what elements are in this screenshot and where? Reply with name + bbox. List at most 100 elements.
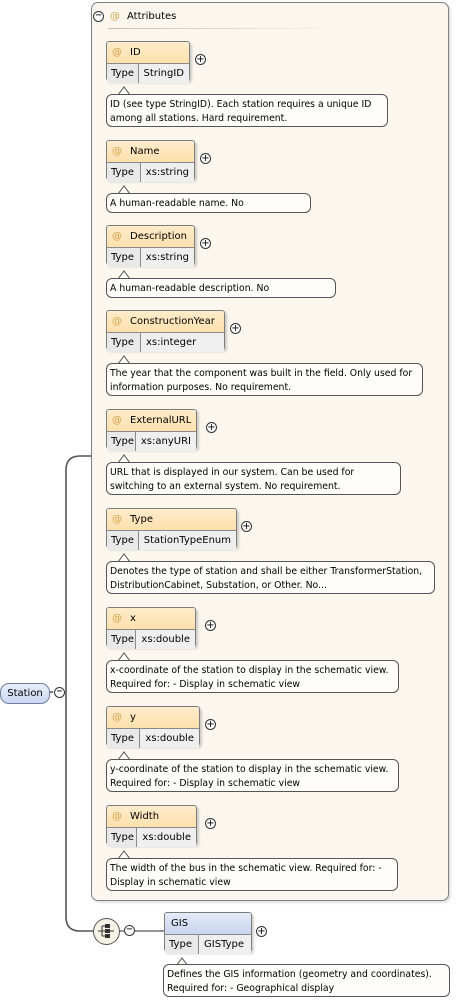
- type-value: xs:string: [145, 252, 189, 263]
- type-value: xs:integer: [146, 337, 197, 348]
- expand-icon[interactable]: +: [200, 153, 211, 164]
- attribute-header: @ x: [107, 608, 195, 630]
- type-row: Type xs:anyURI: [107, 432, 196, 451]
- attributes-group-header: − @ Attributes: [93, 8, 176, 24]
- note-pointer: [118, 751, 130, 759]
- attribute-icon: @: [112, 514, 122, 525]
- type-value: xs:double: [142, 832, 191, 843]
- attribute-y[interactable]: @ y Type xs:double: [106, 706, 200, 748]
- attribute-icon: @: [110, 10, 120, 22]
- attribute-description: A human-readable name. No requirement.: [106, 193, 311, 213]
- type-row: Type StringID: [107, 64, 189, 83]
- attribute-name: ID: [130, 47, 141, 58]
- type-value: xs:string: [145, 167, 189, 178]
- collapse-icon[interactable]: −: [54, 687, 65, 698]
- attribute-name: ConstructionYear: [130, 316, 215, 327]
- attribute-constructionyear[interactable]: @ ConstructionYear Type xs:integer: [106, 310, 225, 352]
- attribute-header: @ ConstructionYear: [107, 311, 224, 333]
- attribute-name[interactable]: @ Name Type xs:string: [106, 140, 195, 182]
- type-label: Type: [165, 935, 199, 954]
- note-pointer: [118, 454, 130, 462]
- type-value: GISType: [204, 939, 245, 950]
- attribute-header: @ ExternalURL: [107, 410, 196, 432]
- attribute-description: The year that the component was built in…: [106, 363, 423, 396]
- note-pointer: [118, 355, 130, 363]
- expand-icon[interactable]: +: [205, 620, 216, 631]
- expand-icon[interactable]: +: [256, 926, 267, 937]
- attribute-width[interactable]: @ Width Type xs:double: [106, 805, 197, 847]
- note-pointer: [118, 553, 130, 561]
- element-description: Defines the GIS information (geometry an…: [163, 964, 450, 997]
- attribute-header: @ Type: [107, 509, 236, 531]
- attribute-icon: @: [112, 712, 122, 723]
- expand-icon[interactable]: +: [200, 238, 211, 249]
- root-element-station[interactable]: Station: [0, 683, 50, 704]
- type-label: Type: [107, 828, 138, 847]
- note-pointer: [118, 270, 130, 278]
- attribute-name: y: [130, 712, 136, 723]
- expand-icon[interactable]: +: [205, 719, 216, 730]
- attribute-header: @ ID: [107, 42, 189, 64]
- type-row: Type xs:double: [107, 729, 199, 748]
- type-row: Type xs:double: [107, 630, 195, 649]
- attribute-name: x: [130, 613, 136, 624]
- type-row: Type StationTypeEnum: [107, 531, 236, 550]
- expand-icon[interactable]: +: [206, 422, 217, 433]
- attribute-name: ExternalURL: [130, 415, 192, 426]
- type-label: Type: [107, 248, 141, 267]
- attribute-header: @ Width: [107, 806, 196, 828]
- type-label: Type: [107, 729, 141, 748]
- attribute-header: @ y: [107, 707, 199, 729]
- type-row: Type xs:string: [107, 163, 194, 182]
- attribute-description: URL that is displayed in our system. Can…: [106, 462, 401, 495]
- attribute-name: Description: [130, 231, 187, 242]
- attribute-name: Name: [130, 146, 160, 157]
- type-row: Type xs:integer: [107, 333, 224, 352]
- attribute-description: y-coordinate of the station to display i…: [106, 759, 399, 792]
- type-row: Type xs:string: [107, 248, 194, 267]
- type-label: Type: [107, 163, 141, 182]
- type-value: StringID: [143, 68, 185, 79]
- type-value: xs:double: [145, 733, 194, 744]
- attribute-icon: @: [112, 811, 122, 822]
- expand-icon[interactable]: +: [195, 54, 206, 65]
- attribute-icon: @: [112, 415, 122, 426]
- collapse-icon[interactable]: −: [93, 10, 104, 22]
- type-label: Type: [107, 432, 136, 451]
- attribute-name: Type: [130, 514, 153, 525]
- expand-icon[interactable]: +: [241, 521, 252, 532]
- attribute-icon: @: [112, 316, 122, 327]
- collapse-icon[interactable]: −: [124, 925, 135, 936]
- type-value: StationTypeEnum: [143, 535, 231, 546]
- attribute-description: Denotes the type of station and shall be…: [106, 561, 435, 594]
- attribute-externalurl[interactable]: @ ExternalURL Type xs:anyURI: [106, 409, 197, 451]
- type-label: Type: [107, 64, 139, 83]
- attributes-group-label: Attributes: [127, 10, 177, 22]
- note-pointer: [118, 86, 130, 94]
- element-name: GIS: [165, 913, 251, 935]
- type-value: xs:anyURI: [140, 436, 191, 447]
- note-pointer: [118, 850, 130, 858]
- expand-icon[interactable]: +: [205, 818, 216, 829]
- attribute-name: Width: [130, 811, 160, 822]
- attribute-icon: @: [112, 231, 122, 242]
- header-divider: [108, 28, 348, 29]
- type-row: Type GISType: [165, 935, 251, 954]
- attribute-type[interactable]: @ Type Type StationTypeEnum: [106, 508, 237, 550]
- attribute-x[interactable]: @ x Type xs:double: [106, 607, 196, 649]
- attribute-description: x-coordinate of the station to display i…: [106, 660, 399, 693]
- attribute-header: @ Description: [107, 226, 194, 248]
- sequence-compositor-icon[interactable]: [93, 918, 120, 945]
- attribute-id[interactable]: @ ID Type StringID: [106, 41, 190, 83]
- attribute-icon: @: [112, 146, 122, 157]
- element-gis[interactable]: GIS Type GISType: [164, 912, 252, 954]
- type-row: Type xs:double: [107, 828, 196, 847]
- attribute-description: A human-readable description. No require…: [106, 278, 336, 298]
- attribute-icon: @: [112, 613, 122, 624]
- attribute-description: ID (see type StringID). Each station req…: [106, 94, 388, 127]
- type-label: Type: [107, 333, 141, 352]
- expand-icon[interactable]: +: [230, 323, 241, 334]
- type-value: xs:double: [141, 634, 190, 645]
- note-pointer: [118, 652, 130, 660]
- attribute-description[interactable]: @ Description Type xs:string: [106, 225, 195, 267]
